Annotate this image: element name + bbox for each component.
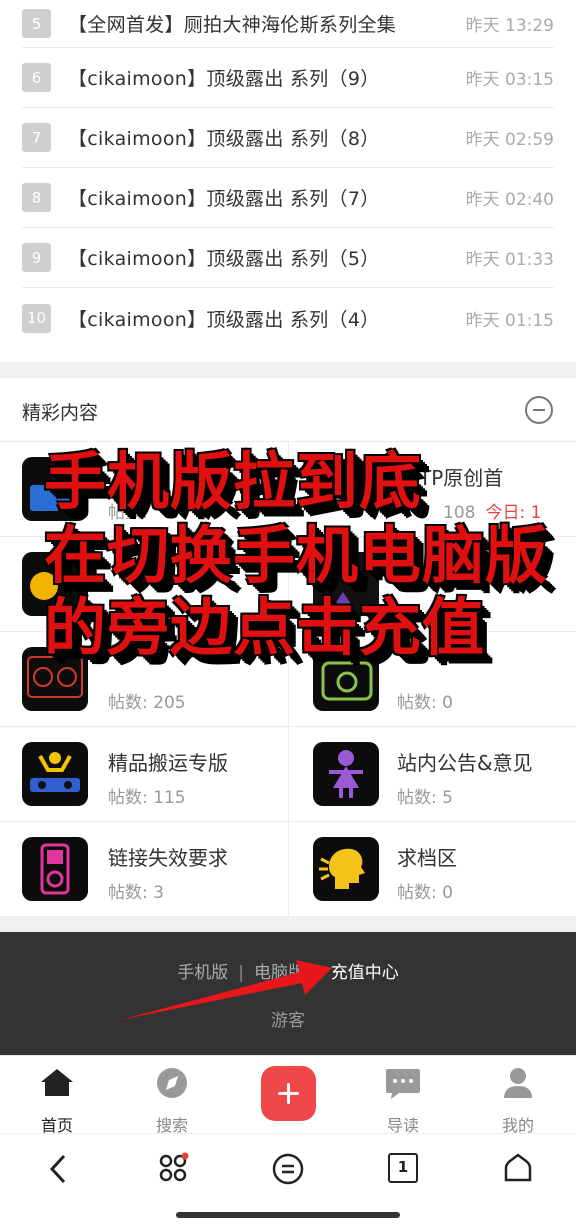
annotation-line-1: 手机版拉到底 <box>44 445 423 518</box>
home-outline-icon[interactable] <box>502 1152 534 1184</box>
new-post-button[interactable] <box>261 1066 316 1121</box>
tab-search[interactable]: 搜索 <box>132 1066 212 1135</box>
tab-profile[interactable]: 我的 <box>478 1066 558 1135</box>
bottom-tab-bar: 首页 搜索 导读 我的 <box>0 1055 576 1135</box>
tabs-icon[interactable]: 1 <box>388 1153 418 1183</box>
tab-guide[interactable]: 导读 <box>363 1066 443 1135</box>
user-icon <box>504 1068 532 1098</box>
system-navigation-bar: 1 <box>0 1133 576 1227</box>
annotation-line-2: 在切换手机电脑版 <box>44 519 549 592</box>
apps-icon[interactable] <box>157 1152 189 1184</box>
annotation-line-3: 的旁边点击充值 <box>44 591 486 664</box>
compass-icon <box>157 1068 187 1098</box>
back-icon[interactable] <box>44 1154 72 1184</box>
home-icon <box>41 1069 73 1096</box>
gesture-bar[interactable] <box>176 1212 400 1218</box>
chat-icon <box>386 1069 420 1099</box>
menu-icon[interactable] <box>272 1153 304 1185</box>
tab-home[interactable]: 首页 <box>17 1066 97 1135</box>
